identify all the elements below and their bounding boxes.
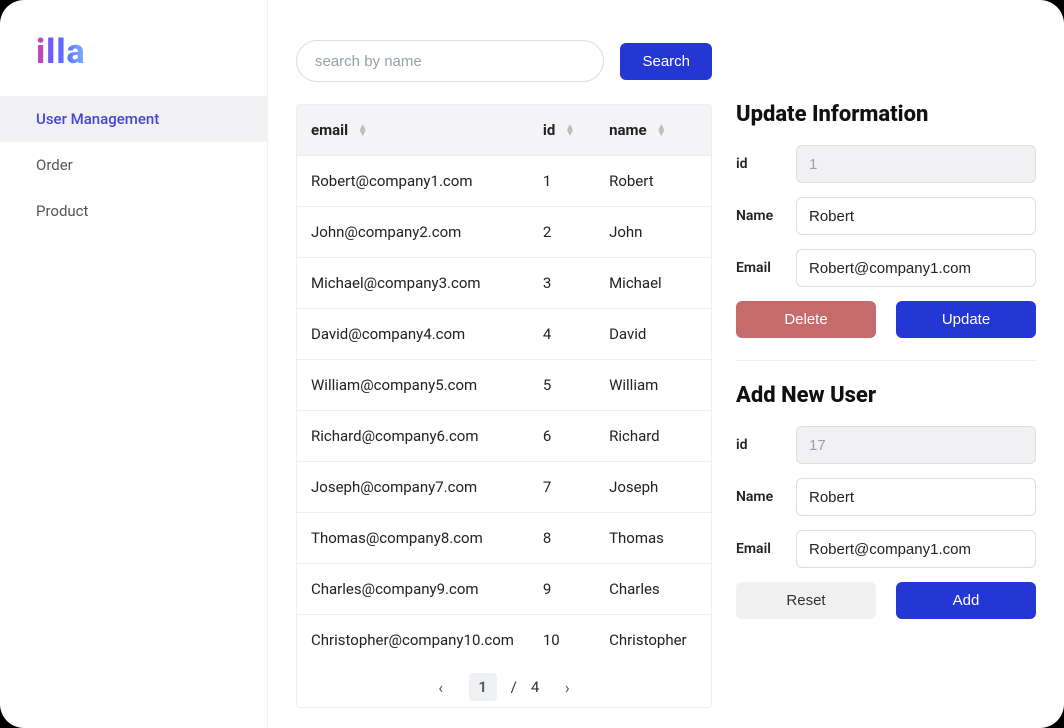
add-email-label: Email: [736, 541, 784, 557]
add-name-label: Name: [736, 489, 784, 505]
update-panel: Update Information id Name Email Delete …: [736, 102, 1036, 338]
table-row[interactable]: Thomas@company8.com8Thomas: [297, 513, 711, 564]
pagination: ‹ 1 / 4 ›: [297, 659, 711, 707]
cell-email: Christopher@company10.com: [297, 615, 529, 660]
update-email-label: Email: [736, 260, 784, 276]
cell-name: John: [595, 207, 711, 258]
sort-icon[interactable]: ▲▼: [565, 125, 575, 137]
delete-button[interactable]: Delete: [736, 301, 876, 338]
search-input[interactable]: [296, 40, 604, 82]
cell-id: 2: [529, 207, 595, 258]
add-button[interactable]: Add: [896, 582, 1036, 619]
col-header-label: email: [311, 121, 348, 139]
update-id-label: id: [736, 156, 784, 172]
pager-current-page: 1: [469, 673, 497, 701]
add-id-field: [796, 426, 1036, 464]
app-shell: illa User Management Order Product Searc…: [0, 0, 1064, 728]
table-row[interactable]: Joseph@company7.com7Joseph: [297, 462, 711, 513]
cell-id: 6: [529, 411, 595, 462]
cell-name: Charles: [595, 564, 711, 615]
table-row[interactable]: Richard@company6.com6Richard: [297, 411, 711, 462]
update-email-field[interactable]: [796, 249, 1036, 287]
sidebar-item-user-management[interactable]: User Management: [0, 96, 267, 142]
cell-id: 10: [529, 615, 595, 660]
cell-id: 4: [529, 309, 595, 360]
search-button[interactable]: Search: [620, 43, 712, 80]
cell-name: Robert: [595, 156, 711, 207]
cell-email: John@company2.com: [297, 207, 529, 258]
add-name-field[interactable]: [796, 478, 1036, 516]
cell-email: Robert@company1.com: [297, 156, 529, 207]
cell-name: William: [595, 360, 711, 411]
cell-name: Christopher: [595, 615, 711, 660]
cell-email: Charles@company9.com: [297, 564, 529, 615]
cell-email: David@company4.com: [297, 309, 529, 360]
left-column: Search email ▲▼ id ▲▼: [296, 40, 712, 708]
col-header-email[interactable]: email ▲▼: [297, 105, 529, 156]
sidebar-item-product[interactable]: Product: [0, 188, 267, 234]
cell-name: David: [595, 309, 711, 360]
user-table: email ▲▼ id ▲▼ name ▲▼: [296, 104, 712, 708]
col-header-id[interactable]: id ▲▼: [529, 105, 595, 156]
cell-email: Michael@company3.com: [297, 258, 529, 309]
pager-separator: /: [511, 678, 517, 696]
add-id-label: id: [736, 437, 784, 453]
cell-email: Joseph@company7.com: [297, 462, 529, 513]
search-row: Search: [296, 40, 712, 82]
update-name-field[interactable]: [796, 197, 1036, 235]
table-row[interactable]: Charles@company9.com9Charles: [297, 564, 711, 615]
cell-id: 3: [529, 258, 595, 309]
col-header-name[interactable]: name ▲▼: [595, 105, 711, 156]
pager-next-button[interactable]: ›: [553, 673, 581, 701]
table-row[interactable]: John@company2.com2John: [297, 207, 711, 258]
table-row[interactable]: Michael@company3.com3Michael: [297, 258, 711, 309]
update-button[interactable]: Update: [896, 301, 1036, 338]
pager-total-pages: 4: [531, 678, 539, 696]
table-row[interactable]: David@company4.com4David: [297, 309, 711, 360]
col-header-label: id: [543, 121, 555, 139]
sidebar: illa User Management Order Product: [0, 0, 268, 728]
table-row[interactable]: Robert@company1.com1Robert: [297, 156, 711, 207]
cell-id: 5: [529, 360, 595, 411]
add-panel-title: Add New User: [736, 383, 1036, 408]
cell-email: Richard@company6.com: [297, 411, 529, 462]
table-row[interactable]: William@company5.com5William: [297, 360, 711, 411]
sort-icon[interactable]: ▲▼: [358, 125, 368, 137]
cell-name: Richard: [595, 411, 711, 462]
sort-icon[interactable]: ▲▼: [656, 125, 666, 137]
cell-id: 7: [529, 462, 595, 513]
cell-id: 8: [529, 513, 595, 564]
cell-email: William@company5.com: [297, 360, 529, 411]
cell-email: Thomas@company8.com: [297, 513, 529, 564]
update-name-label: Name: [736, 208, 784, 224]
sidebar-item-order[interactable]: Order: [0, 142, 267, 188]
panel-divider: [736, 360, 1036, 361]
main-content: Search email ▲▼ id ▲▼: [268, 0, 1064, 728]
reset-button[interactable]: Reset: [736, 582, 876, 619]
cell-name: Thomas: [595, 513, 711, 564]
pager-prev-button[interactable]: ‹: [427, 673, 455, 701]
update-id-field: [796, 145, 1036, 183]
table-row[interactable]: Christopher@company10.com10Christopher: [297, 615, 711, 660]
add-email-field[interactable]: [796, 530, 1036, 568]
cell-name: Michael: [595, 258, 711, 309]
right-column: Update Information id Name Email Delete …: [736, 40, 1036, 708]
cell-id: 1: [529, 156, 595, 207]
update-panel-title: Update Information: [736, 102, 1036, 127]
sidebar-nav: User Management Order Product: [0, 96, 267, 234]
cell-name: Joseph: [595, 462, 711, 513]
table-header-row: email ▲▼ id ▲▼ name ▲▼: [297, 105, 711, 156]
cell-id: 9: [529, 564, 595, 615]
col-header-label: name: [609, 121, 647, 139]
logo: illa: [36, 32, 86, 72]
add-panel: Add New User id Name Email Reset Add: [736, 383, 1036, 619]
